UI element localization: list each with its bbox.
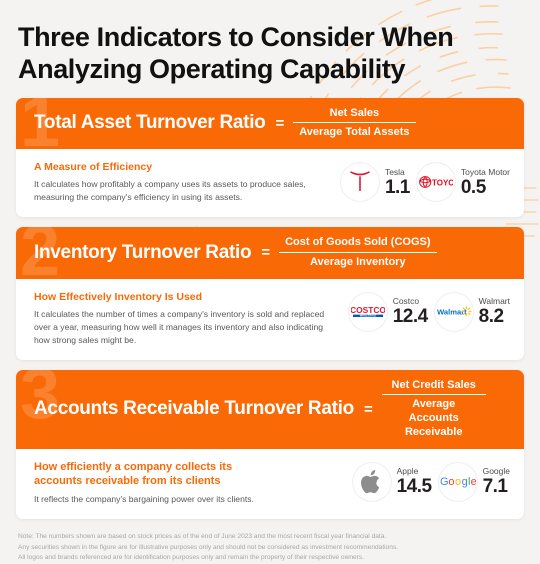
tesla-logo-icon bbox=[339, 162, 380, 203]
ratio-title: Accounts Receivable Turnover Ratio bbox=[34, 398, 354, 420]
card-header: 1 Total Asset Turnover Ratio = Net Sales… bbox=[16, 97, 524, 150]
company-name: Toyota Motor bbox=[460, 166, 510, 177]
company-value: 0.5 bbox=[460, 176, 486, 198]
card-body: How efficiently a company collects its a… bbox=[16, 449, 524, 520]
company-stat: Tesla 1.1 bbox=[339, 162, 410, 203]
toyota-logo-icon: TOYOTA bbox=[415, 162, 456, 203]
company-text: Walmart 8.2 bbox=[479, 296, 510, 327]
company-stats: Apple 14.5 G o o g l e Google 7.1 bbox=[351, 460, 510, 502]
formula: Cost of Goods Sold (COGS) Average Invent… bbox=[279, 236, 437, 270]
company-text: Apple 14.5 bbox=[397, 466, 432, 497]
company-name: Tesla bbox=[384, 166, 405, 177]
svg-text:Walmart: Walmart bbox=[437, 308, 467, 317]
formula-denominator: Average Accounts Receivable bbox=[381, 394, 486, 439]
equals-sign: = bbox=[363, 400, 373, 418]
company-stats: COSTCO WHOLESALE Costco 12.4 Walmart Wal… bbox=[347, 290, 510, 332]
company-value: 8.2 bbox=[478, 306, 504, 328]
formula-numerator: Net Sales bbox=[329, 106, 380, 119]
description-text: It calculates the number of times a comp… bbox=[34, 308, 325, 345]
description-heading: How efficiently a company collects its a… bbox=[34, 460, 233, 488]
company-text: Costco 12.4 bbox=[393, 296, 428, 327]
page-title: Three Indicators to Consider When Analyz… bbox=[18, 22, 454, 84]
svg-text:g: g bbox=[461, 476, 467, 488]
formula-numerator: Net Credit Sales bbox=[391, 378, 476, 391]
company-value: 14.5 bbox=[396, 476, 432, 498]
costco-logo-icon: COSTCO WHOLESALE bbox=[347, 291, 388, 332]
formula: Net Credit Sales Average Accounts Receiv… bbox=[381, 378, 486, 440]
svg-text:o: o bbox=[448, 476, 454, 488]
title-section: Three Indicators to Consider When Analyz… bbox=[0, 0, 540, 86]
company-stats: Tesla 1.1 TOYOTA bbox=[339, 160, 510, 203]
ratio-title: Total Asset Turnover Ratio bbox=[34, 112, 266, 134]
company-stat: G o o g l e Google 7.1 bbox=[437, 461, 510, 502]
description-block: How efficiently a company collects its a… bbox=[34, 460, 342, 507]
description-block: A Measure of Efficiency It calculates ho… bbox=[34, 160, 330, 204]
ratio-title: Inventory Turnover Ratio bbox=[34, 241, 252, 263]
formula-numerator: Cost of Goods Sold (COGS) bbox=[285, 236, 431, 249]
formula: Net Sales Average Total Assets bbox=[293, 106, 416, 141]
walmart-logo-icon: Walmart bbox=[433, 291, 474, 332]
card-body: A Measure of Efficiency It calculates ho… bbox=[16, 149, 524, 217]
svg-text:G: G bbox=[440, 476, 449, 488]
company-stat: COSTCO WHOLESALE Costco 12.4 bbox=[347, 291, 428, 332]
indicator-cards: 1 Total Asset Turnover Ratio = Net Sales… bbox=[0, 86, 540, 520]
card-header: 3 Accounts Receivable Turnover Ratio = N… bbox=[16, 369, 524, 449]
google-logo-icon: G o o g l e bbox=[437, 461, 478, 502]
company-name: Google bbox=[482, 465, 510, 476]
company-stat: TOYOTA Toyota Motor 0.5 bbox=[415, 162, 510, 203]
company-value: 1.1 bbox=[384, 176, 410, 198]
company-stat: Apple 14.5 bbox=[351, 461, 432, 502]
company-value: 12.4 bbox=[392, 306, 428, 328]
card-header: 2 Inventory Turnover Ratio = Cost of Goo… bbox=[16, 227, 524, 279]
company-name: Costco bbox=[392, 296, 420, 307]
company-name: Apple bbox=[396, 465, 419, 476]
description-text: It calculates how profitably a company u… bbox=[34, 179, 306, 203]
equals-sign: = bbox=[275, 114, 285, 132]
disclaimer-line: Note: The numbers shown are based on sto… bbox=[18, 533, 387, 541]
formula-denominator: Average Total Assets bbox=[293, 122, 416, 140]
description-text: It reflects the company's bargaining pow… bbox=[34, 494, 254, 505]
company-text: Toyota Motor 0.5 bbox=[461, 167, 510, 198]
description-heading: A Measure of Efficiency bbox=[34, 161, 153, 174]
card-body: How Effectively Inventory Is Used It cal… bbox=[16, 279, 524, 360]
description-heading: How Effectively Inventory Is Used bbox=[34, 290, 203, 303]
svg-text:WHOLESALE: WHOLESALE bbox=[359, 313, 376, 317]
indicator-card: 3 Accounts Receivable Turnover Ratio = N… bbox=[16, 369, 524, 520]
description-block: How Effectively Inventory Is Used It cal… bbox=[34, 290, 338, 347]
company-value: 7.1 bbox=[482, 476, 508, 498]
disclaimer-note: Note: The numbers shown are based on sto… bbox=[0, 529, 540, 564]
disclaimer-line: Any securities shown in the figure are f… bbox=[18, 543, 399, 551]
indicator-card: 1 Total Asset Turnover Ratio = Net Sales… bbox=[16, 97, 524, 218]
equals-sign: = bbox=[261, 244, 271, 262]
formula-denominator: Average Inventory bbox=[279, 251, 437, 270]
apple-logo-icon bbox=[351, 461, 392, 502]
company-text: Google 7.1 bbox=[483, 466, 510, 497]
company-text: Tesla 1.1 bbox=[385, 167, 410, 198]
svg-text:TOYOTA: TOYOTA bbox=[432, 179, 453, 188]
svg-text:COSTCO: COSTCO bbox=[351, 305, 385, 315]
company-stat: Walmart Walmart 8.2 bbox=[433, 291, 510, 332]
svg-text:o: o bbox=[455, 476, 461, 488]
indicator-card: 2 Inventory Turnover Ratio = Cost of Goo… bbox=[16, 227, 524, 360]
svg-text:e: e bbox=[470, 476, 475, 488]
company-name: Walmart bbox=[478, 296, 510, 307]
disclaimer-line: All logos and brands referenced are for … bbox=[18, 554, 364, 562]
